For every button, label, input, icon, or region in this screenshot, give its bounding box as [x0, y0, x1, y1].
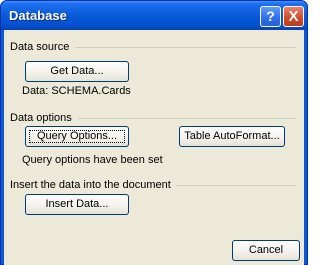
database-dialog: Database ? X Data source Get Data... Dat… — [0, 0, 308, 265]
table-autoformat-button[interactable]: Table AutoFormat... — [179, 126, 285, 147]
cancel-button[interactable]: Cancel — [232, 240, 300, 261]
divider — [176, 184, 296, 186]
data-source-group: Data source — [10, 40, 296, 54]
title-bar[interactable]: Database ? X — [1, 1, 307, 30]
insert-data-button[interactable]: Insert Data... — [25, 194, 129, 215]
dialog-title: Database — [9, 8, 67, 23]
data-options-header: Data options — [10, 112, 72, 124]
help-button[interactable]: ? — [260, 6, 281, 27]
close-icon: X — [288, 8, 299, 25]
help-icon: ? — [266, 8, 275, 24]
data-source-header: Data source — [10, 41, 70, 53]
insert-group: Insert the data into the document — [10, 178, 296, 192]
data-source-status: Data: SCHEMA.Cards — [22, 85, 131, 97]
dialog-body: Data source Get Data... Data: SCHEMA.Car… — [4, 30, 304, 265]
divider — [77, 117, 296, 119]
close-button[interactable]: X — [283, 6, 304, 27]
divider — [75, 46, 296, 48]
data-options-group: Data options — [10, 111, 296, 125]
insert-header: Insert the data into the document — [10, 179, 171, 191]
query-options-button[interactable]: Query Options... — [25, 126, 129, 147]
query-options-status: Query options have been set — [22, 154, 163, 166]
get-data-button[interactable]: Get Data... — [25, 61, 129, 82]
